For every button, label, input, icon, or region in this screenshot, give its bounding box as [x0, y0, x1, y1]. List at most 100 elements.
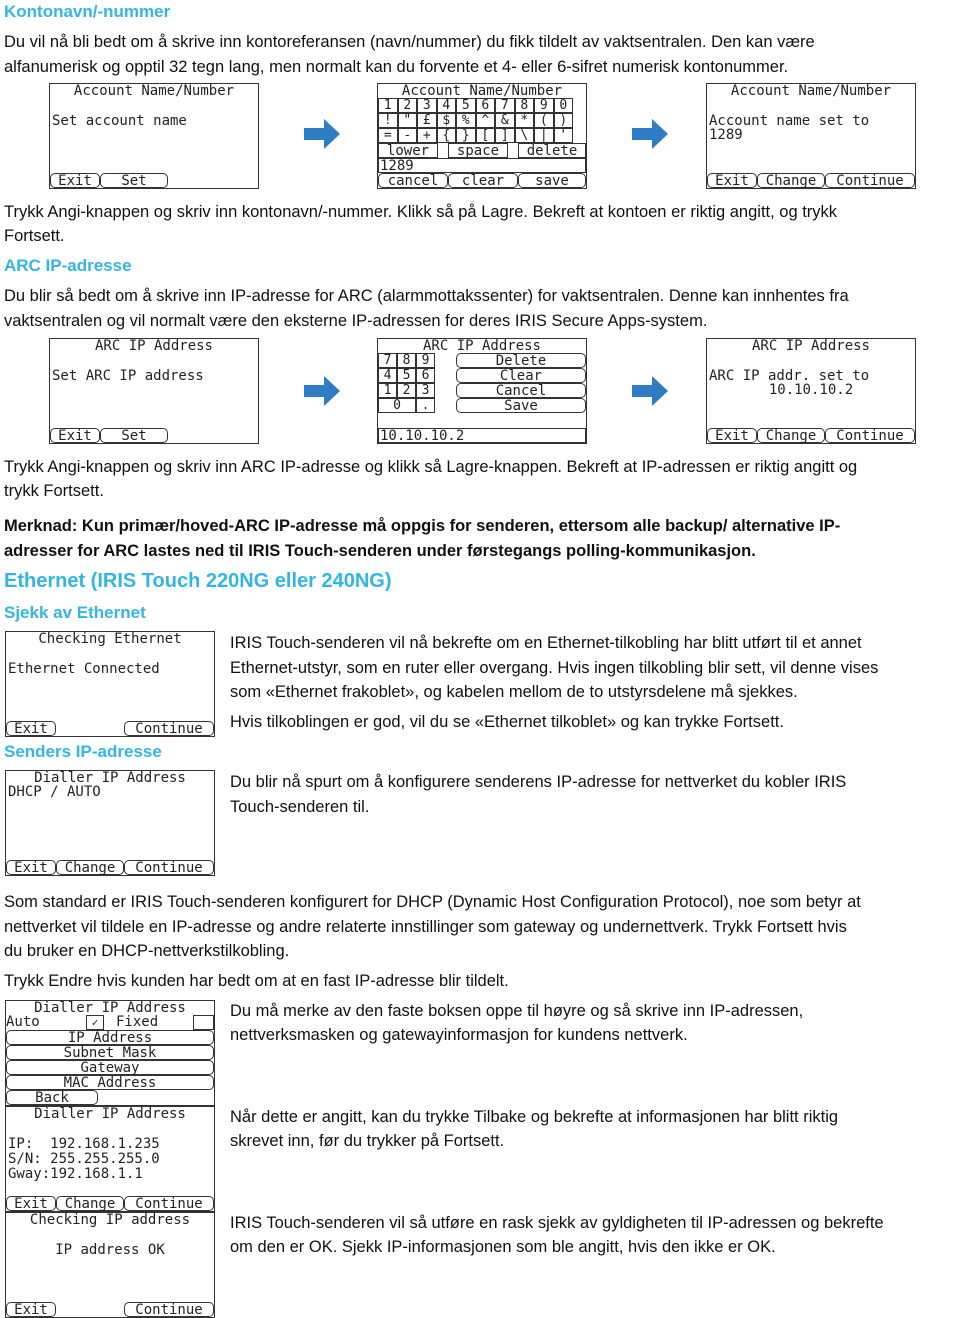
lower-button[interactable]: lower — [378, 143, 438, 158]
key-button[interactable]: 1 — [378, 383, 397, 398]
lcd-value: 10.10.10.2 — [768, 382, 854, 398]
exit-button[interactable]: Exit — [6, 860, 56, 875]
exit-button[interactable]: Exit — [50, 173, 100, 188]
key-button[interactable]: \ — [514, 128, 534, 143]
subnet-mask-button[interactable]: Subnet Mask — [6, 1045, 214, 1060]
clear-button[interactable]: Clear — [456, 368, 586, 383]
key-button[interactable]: 9 — [416, 353, 435, 368]
lcd-line: IP address OK — [55, 1242, 165, 1258]
key-button[interactable]: 9 — [534, 98, 554, 113]
key-button[interactable]: 8 — [514, 98, 534, 113]
auto-checkbox[interactable]: ✓ — [86, 1015, 104, 1030]
continue-button[interactable]: Continue — [124, 721, 214, 736]
paragraph: Du blir så bedt om å skrive inn IP-adres… — [4, 287, 849, 305]
lcd-title: Checking Ethernet — [38, 631, 182, 647]
key-button[interactable]: 1 — [378, 98, 398, 113]
key-button[interactable]: 4 — [436, 98, 456, 113]
key-button[interactable]: % — [456, 113, 476, 128]
save-button[interactable]: Save — [456, 398, 586, 413]
lcd-screen-ethernet: Checking Ethernet Ethernet Connected Exi… — [5, 631, 215, 737]
key-button[interactable]: . — [416, 398, 435, 413]
lcd-screen-keyboard: Account Name/Number 1 2 3 4 5 6 7 8 9 0! " £ $% ^ & *()… — [377, 83, 587, 189]
key-button[interactable]: | — [534, 128, 554, 143]
continue-button[interactable]: Continue — [825, 173, 915, 188]
paragraph: Ethernet-utstyr, som en ruter eller over… — [230, 659, 879, 677]
key-button[interactable]: 7 — [378, 353, 397, 368]
delete-button[interactable]: Delete — [456, 353, 586, 368]
key-button[interactable]: 7 — [495, 98, 515, 113]
key-button[interactable]: £ — [417, 113, 437, 128]
key-button[interactable]: 4 — [378, 368, 397, 383]
change-button[interactable]: Change — [757, 428, 825, 443]
continue-button[interactable]: Continue — [124, 1302, 214, 1317]
key-button[interactable]: 0 — [378, 398, 416, 413]
lcd-screen-fixed-ip: Dialler IP Address Auto ✓ Fixed IP Addre… — [5, 1000, 215, 1106]
key-button[interactable]: + — [417, 128, 437, 143]
key-button[interactable]: 5 — [397, 368, 416, 383]
back-button[interactable]: Back — [6, 1090, 98, 1105]
key-button[interactable]: } — [456, 128, 476, 143]
continue-button[interactable]: Continue — [825, 428, 915, 443]
exit-button[interactable]: Exit — [707, 173, 757, 188]
heading-account: Kontonavn/-nummer — [4, 2, 171, 21]
change-button[interactable]: Change — [56, 1196, 124, 1211]
paragraph: Når dette er angitt, kan du trykke Tilba… — [230, 1108, 839, 1126]
lcd-line: Ethernet Connected — [8, 661, 160, 677]
key-button[interactable]: - — [397, 128, 417, 143]
key-button[interactable]: ( — [534, 113, 554, 128]
cancel-button[interactable]: Cancel — [456, 383, 586, 398]
exit-button[interactable]: Exit — [6, 1302, 56, 1317]
set-button[interactable]: Set — [100, 428, 168, 443]
key-button[interactable]: 2 — [397, 383, 416, 398]
continue-button[interactable]: Continue — [124, 1196, 214, 1211]
key-button[interactable]: 6 — [475, 98, 495, 113]
change-button[interactable]: Change — [757, 173, 825, 188]
lcd-line: Account name set to — [709, 113, 870, 129]
lcd-screen-arc-confirm: ARC IP Address ARC IP addr. set to 10.10… — [706, 338, 916, 444]
key-button[interactable]: 0 — [553, 98, 573, 113]
key-button[interactable]: * — [514, 113, 534, 128]
arrow-right-icon — [304, 119, 340, 149]
change-button[interactable]: Change — [56, 860, 124, 875]
space-button[interactable]: space — [448, 143, 508, 158]
key-button[interactable]: 3 — [416, 383, 435, 398]
key-button[interactable]: ' — [553, 128, 573, 143]
exit-button[interactable]: Exit — [50, 428, 100, 443]
key-button[interactable]: ) — [553, 113, 573, 128]
save-button[interactable]: save — [518, 173, 586, 188]
paragraph: Fortsett. — [4, 227, 65, 245]
clear-button[interactable]: clear — [448, 173, 518, 188]
key-button[interactable]: 2 — [397, 98, 417, 113]
fixed-label: Fixed — [116, 1014, 159, 1030]
key-button[interactable]: [ — [475, 128, 495, 143]
key-button[interactable]: { — [436, 128, 456, 143]
arc-ip-input[interactable]: 10.10.10.2 — [378, 428, 586, 443]
key-button[interactable]: 6 — [416, 368, 435, 383]
key-button[interactable]: = — [378, 128, 398, 143]
key-button[interactable]: 3 — [417, 98, 437, 113]
key-button[interactable]: 8 — [397, 353, 416, 368]
exit-button[interactable]: Exit — [6, 721, 56, 736]
paragraph: nettverket vil tildele en IP-adresse og … — [4, 918, 847, 936]
gateway-button[interactable]: Gateway — [6, 1060, 214, 1075]
ip-address-button[interactable]: IP Address — [6, 1030, 214, 1045]
exit-button[interactable]: Exit — [707, 428, 757, 443]
key-button[interactable]: $ — [436, 113, 456, 128]
delete-button[interactable]: delete — [518, 143, 586, 158]
key-button[interactable]: ! — [378, 113, 398, 128]
key-button[interactable]: 5 — [456, 98, 476, 113]
key-button[interactable]: & — [495, 113, 515, 128]
key-button[interactable]: ^ — [475, 113, 495, 128]
fixed-checkbox[interactable] — [193, 1015, 214, 1030]
set-button[interactable]: Set — [100, 173, 168, 188]
lcd-line: DHCP / AUTO — [8, 784, 101, 800]
continue-button[interactable]: Continue — [124, 860, 214, 875]
exit-button[interactable]: Exit — [6, 1196, 56, 1211]
account-input[interactable]: 1289 — [378, 158, 586, 173]
mac-address-button[interactable]: MAC Address — [6, 1075, 214, 1090]
key-button[interactable]: " — [397, 113, 417, 128]
cancel-button[interactable]: cancel — [378, 173, 448, 188]
paragraph: skrevet inn, før du trykker på Fortsett. — [230, 1132, 505, 1150]
key-button[interactable]: ] — [495, 128, 515, 143]
heading-arc: ARC IP-adresse — [4, 256, 132, 275]
